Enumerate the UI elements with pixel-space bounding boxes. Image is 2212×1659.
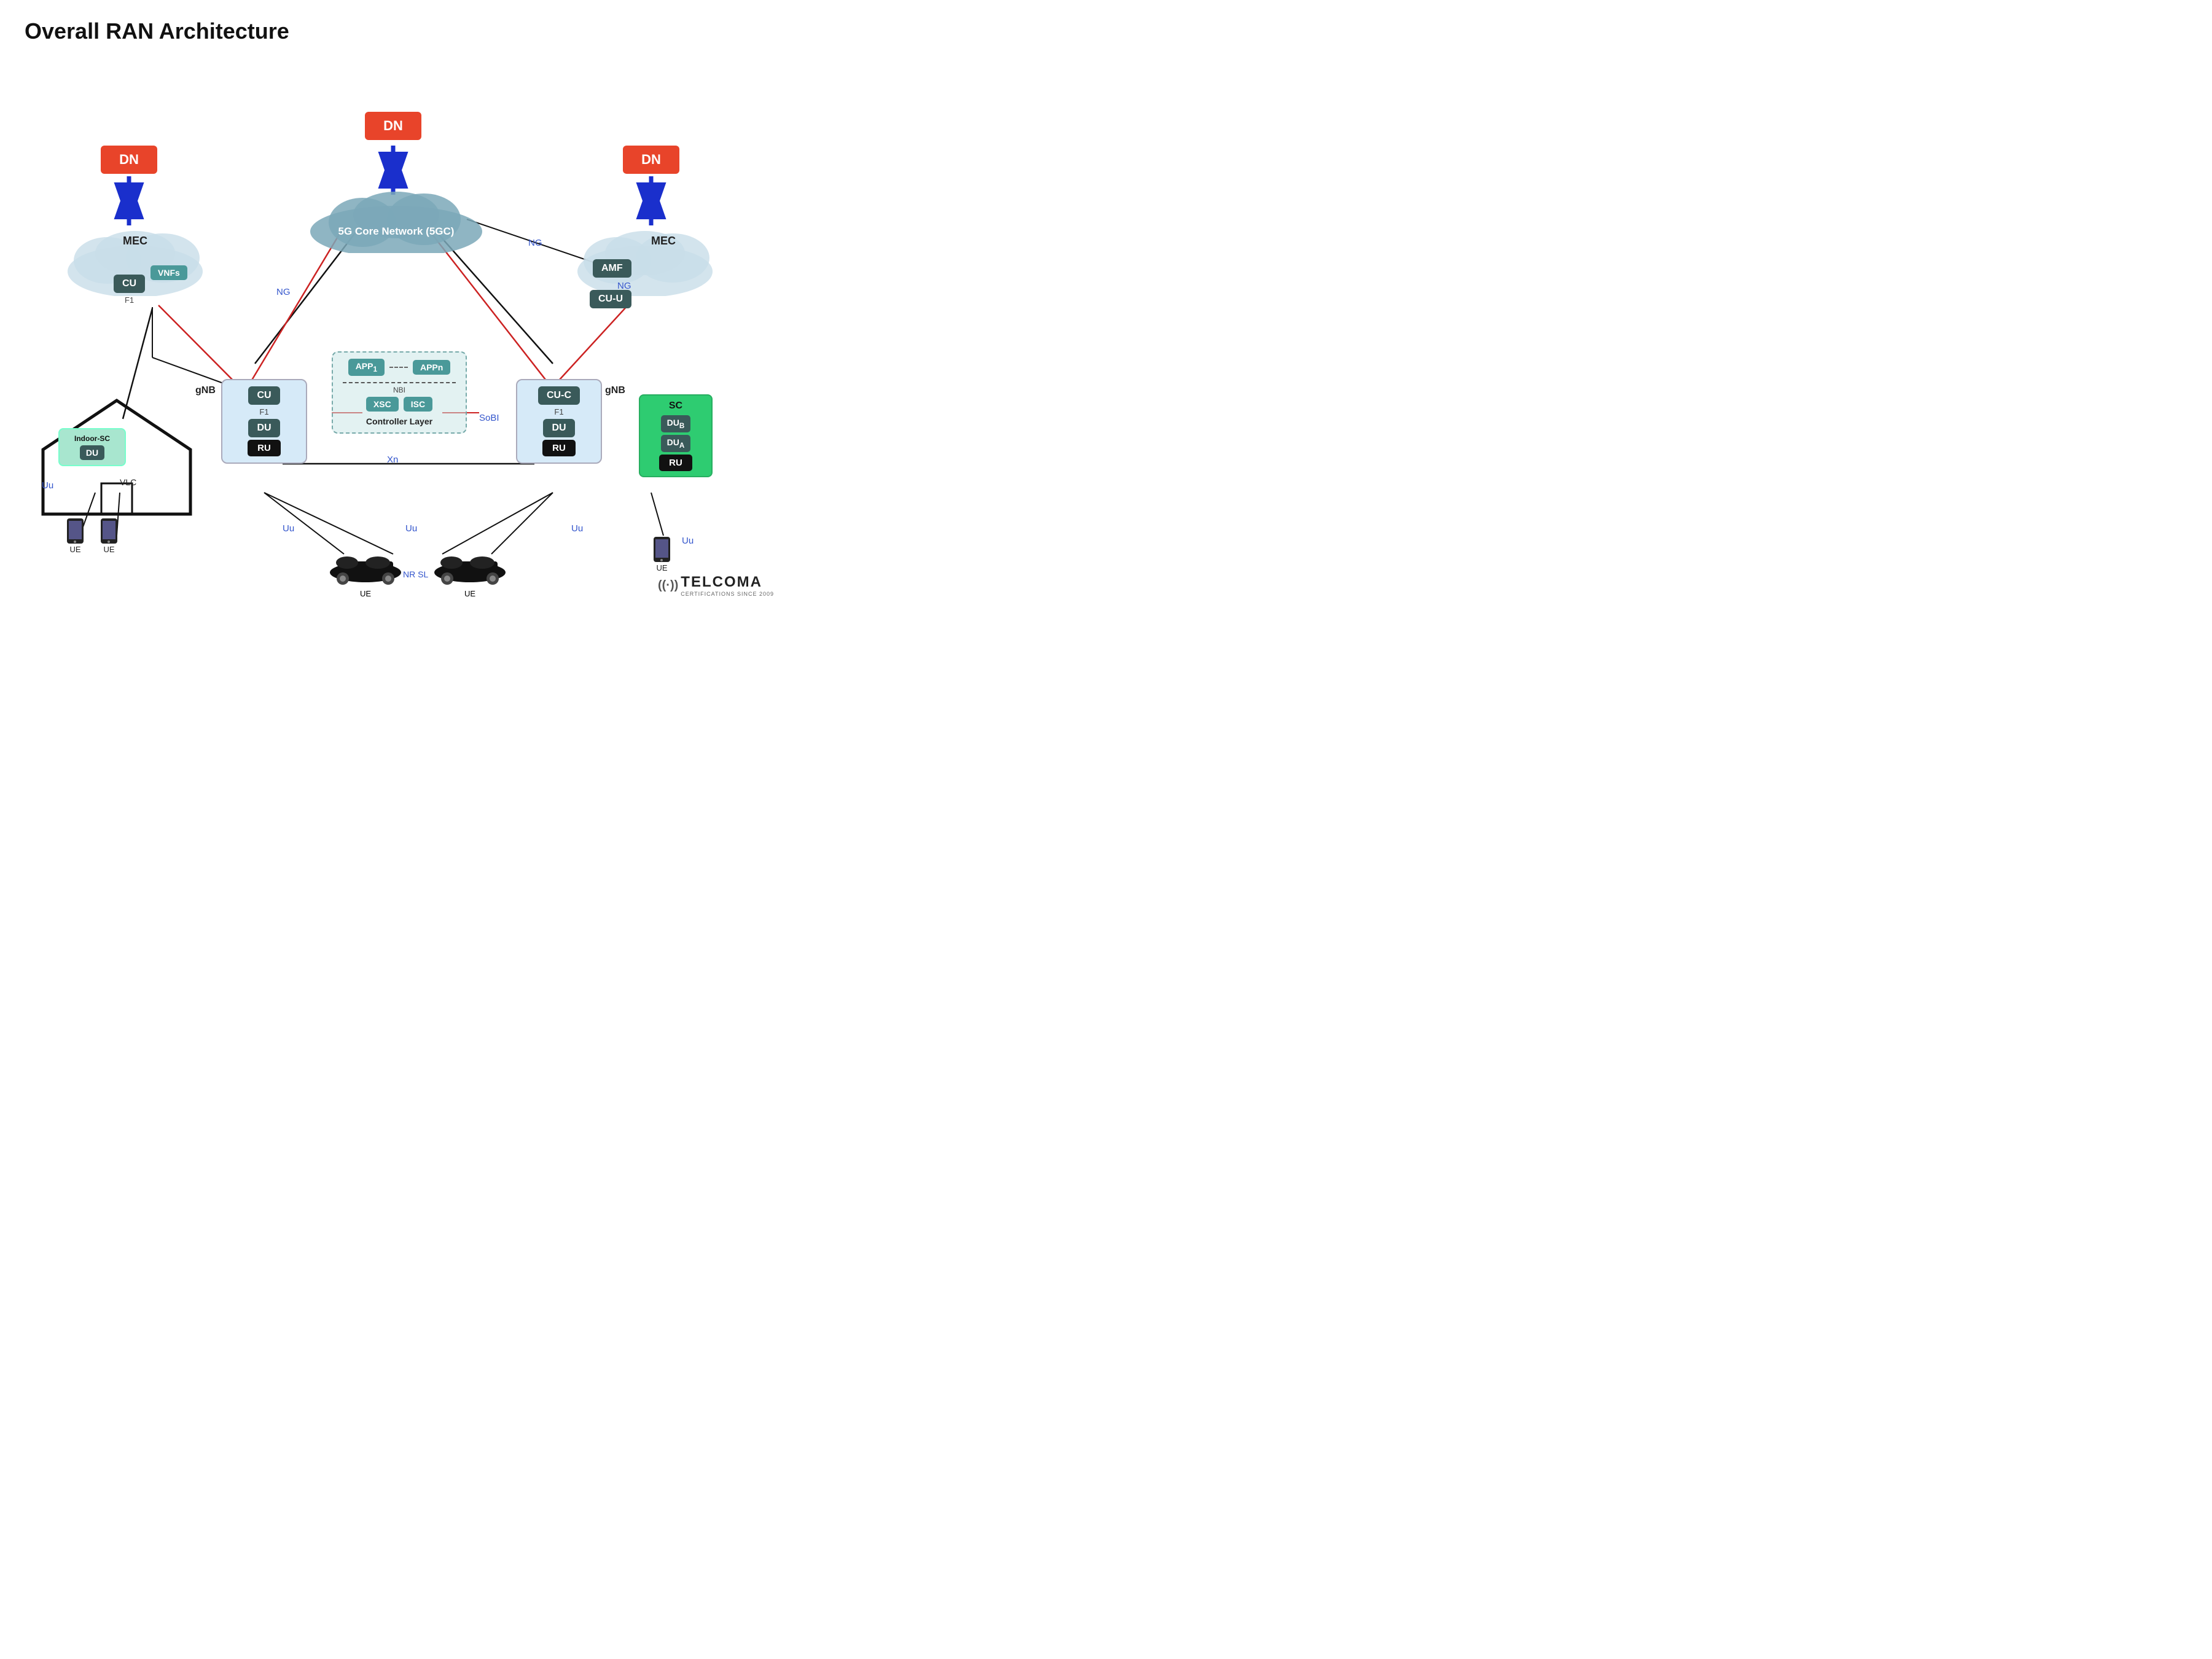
mec-left-label: MEC [123,235,147,248]
dn-center-box: DN [365,112,421,140]
nbi-label: NBI [393,386,405,394]
cu-mec-f1: F1 [125,295,134,305]
appn-box: APPn [413,360,450,375]
ue-house-1: UE [64,517,86,554]
ue1-label: UE [69,545,80,554]
cu-mec-box: CU [114,275,145,293]
uu-right-label: Uu [571,523,583,534]
sc-panel: SC DUB DUA RU [639,394,713,477]
amf-node: AMF [593,259,631,278]
gnb-left-label: gNB [195,385,216,396]
app1-box: APP1 [348,359,385,376]
mec-right-cloud: MEC [571,216,719,299]
uu-sc-label: Uu [682,536,694,546]
du-indoor-box: DU [80,445,104,460]
cu-mec-left: CU F1 [114,275,145,305]
ue2-label: UE [103,545,114,554]
uu-house-label: Uu [42,480,53,491]
dn-left-box: DN [101,146,157,174]
ng-label-left: NG [276,287,291,297]
uu-center-label: Uu [405,523,417,534]
ru-right-box: RU [542,440,576,456]
car-right-area: UE [430,548,510,598]
uu-left-label: Uu [283,523,294,534]
ue-right-phone: UE [651,536,673,572]
sobi-right-label: SoBI [479,413,499,423]
signal-icon: ((·)) [658,579,678,593]
du-b-box: DUB [661,415,691,432]
xn-label: Xn [387,455,398,465]
dn-center-node: DN [350,112,436,140]
f1-left: F1 [259,407,268,416]
du-a-box: DUA [661,435,691,452]
du-right-box: DU [543,419,574,437]
svg-text:5G Core Network (5GC): 5G Core Network (5GC) [338,225,455,237]
5gc-node: 5G Core Network (5GC) [301,185,491,256]
gnb-right-label: gNB [605,385,625,396]
cu-left-box: CU [248,386,279,405]
telcoma-sub: CERTIFICATIONS SINCE 2009 [681,591,774,597]
telcoma-brand: TELCOMA [681,574,774,591]
indoor-sc-panel: Indoor-SC DU [58,428,126,466]
du-left-box: DU [248,419,279,437]
cu-u-node: CU-U [590,290,631,308]
dn-left-node: DN [89,146,169,174]
gnb-left-panel: CU F1 DU RU [221,379,307,464]
dn-right-box: DN [623,146,679,174]
xsc-box: XSC [366,397,399,412]
vnfs-box: VNFs [150,265,187,280]
isc-box: ISC [404,397,432,412]
ng-amf-label: NG [617,281,631,291]
ru-sc-box: RU [659,455,692,471]
controller-label: Controller Layer [366,416,432,426]
ue5-label: UE [656,563,667,572]
nr-sl-label: NR SL [403,569,428,579]
ue-car2-label: UE [430,589,510,598]
controller-panel: APP1 APPn NBI XSC ISC Controller Layer [332,351,467,434]
vlc-label: VLC [120,477,136,487]
page-title: Overall RAN Architecture [0,0,786,50]
diagram-container: DN DN DN 5G Core Network (5GC) MEC CU [0,50,786,603]
dn-right-node: DN [611,146,691,174]
telcoma-logo: ((·)) TELCOMA CERTIFICATIONS SINCE 2009 [658,574,774,597]
cu-c-box: CU-C [538,386,580,405]
mec-right-label: MEC [651,235,676,248]
sc-label: SC [669,400,682,412]
car-left-area: UE [326,548,405,598]
vnfs-node: VNFs [150,265,187,280]
ue-house-2: UE [98,517,120,554]
ue-car1-label: UE [326,589,405,598]
f1-right: F1 [554,407,563,416]
amf-box: AMF [593,259,631,278]
gnb-right-panel: CU-C F1 DU RU [516,379,602,464]
ng-label-right: NG [528,238,542,248]
cu-u-box: CU-U [590,290,631,308]
ru-left-box: RU [248,440,281,456]
indoor-sc-label: Indoor-SC [74,434,110,443]
